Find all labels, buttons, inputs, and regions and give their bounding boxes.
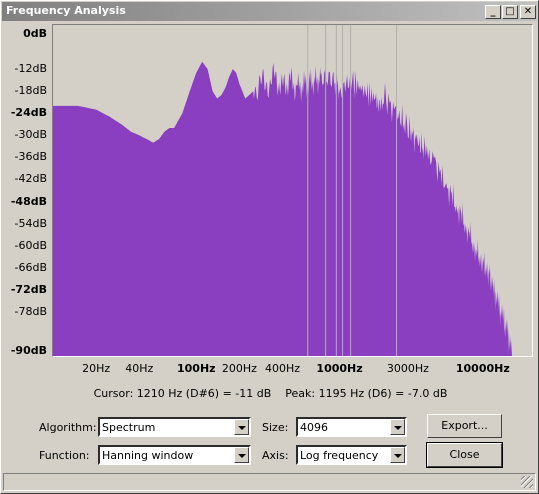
spectrum-chart — [53, 25, 512, 357]
status-bar — [3, 473, 536, 491]
close-window-button[interactable]: ✕ — [520, 5, 536, 19]
chevron-down-icon[interactable] — [234, 419, 249, 435]
y-tick-label: -78dB — [14, 304, 48, 318]
peak-readout: Peak: 1195 Hz (D6) = -7.0 dB — [285, 387, 448, 400]
export-button[interactable]: Export... — [427, 414, 502, 438]
y-tick-label: -36dB — [14, 150, 48, 164]
maximize-button[interactable]: □ — [502, 5, 518, 19]
x-tick-label: 40Hz — [125, 362, 154, 375]
chevron-down-icon[interactable] — [234, 447, 249, 463]
y-tick-label: -48dB — [10, 194, 47, 208]
function-value: Hanning window — [102, 449, 194, 462]
algorithm-value: Spectrum — [102, 421, 156, 434]
y-tick-label: -54dB — [14, 216, 48, 230]
y-tick-label: -66dB — [14, 260, 48, 274]
title-bar[interactable]: Frequency Analysis _ □ ✕ — [2, 2, 537, 21]
size-label: Size: — [262, 421, 289, 434]
x-tick-label: 400Hz — [264, 362, 301, 375]
algorithm-select[interactable]: Spectrum — [98, 417, 251, 437]
chevron-down-icon[interactable] — [390, 447, 405, 463]
y-tick-label: 0dB — [23, 27, 47, 40]
algorithm-label: Algorithm: — [39, 421, 97, 434]
size-value: 4096 — [300, 421, 328, 434]
chevron-down-icon[interactable] — [390, 419, 405, 435]
frequency-analysis-window: Frequency Analysis _ □ ✕ 0dB -12dB -18dB -2… — [0, 0, 539, 494]
axis-value: Log frequency — [300, 449, 379, 462]
cursor-readout: Cursor: 1210 Hz (D#6) = -11 dB — [93, 387, 272, 400]
axis-select[interactable]: Log frequency — [296, 445, 407, 465]
y-tick-label: -18dB — [14, 84, 48, 98]
x-tick-label: 3000Hz — [386, 362, 429, 375]
axis-label: Axis: — [262, 449, 289, 462]
window-title: Frequency Analysis — [6, 4, 126, 17]
y-tick-label: -12dB — [14, 62, 48, 76]
y-tick-label: -60dB — [14, 238, 48, 252]
y-tick-label: -24dB — [10, 106, 47, 120]
x-tick-label: 20Hz — [82, 362, 111, 375]
y-tick-label: -90dB — [10, 344, 47, 357]
y-tick-label: -42dB — [14, 172, 48, 186]
x-tick-label: 1000Hz — [316, 362, 363, 375]
spectrum-area — [53, 61, 512, 357]
close-button[interactable]: Close — [426, 442, 503, 468]
x-tick-label: 200Hz — [221, 362, 257, 375]
minimize-button[interactable]: _ — [485, 5, 501, 19]
spectrum-plot[interactable] — [52, 24, 533, 357]
function-label: Function: — [39, 449, 90, 462]
y-tick-label: -72dB — [10, 282, 47, 296]
resize-grip-icon[interactable] — [521, 476, 533, 488]
readout-line: Cursor: 1210 Hz (D#6) = -11 dB Peak: 119… — [1, 387, 539, 400]
y-tick-label: -30dB — [14, 128, 48, 142]
x-tick-label: 100Hz — [176, 362, 216, 375]
x-tick-label: 10000Hz — [455, 362, 510, 375]
function-select[interactable]: Hanning window — [98, 445, 251, 465]
size-select[interactable]: 4096 — [296, 417, 407, 437]
